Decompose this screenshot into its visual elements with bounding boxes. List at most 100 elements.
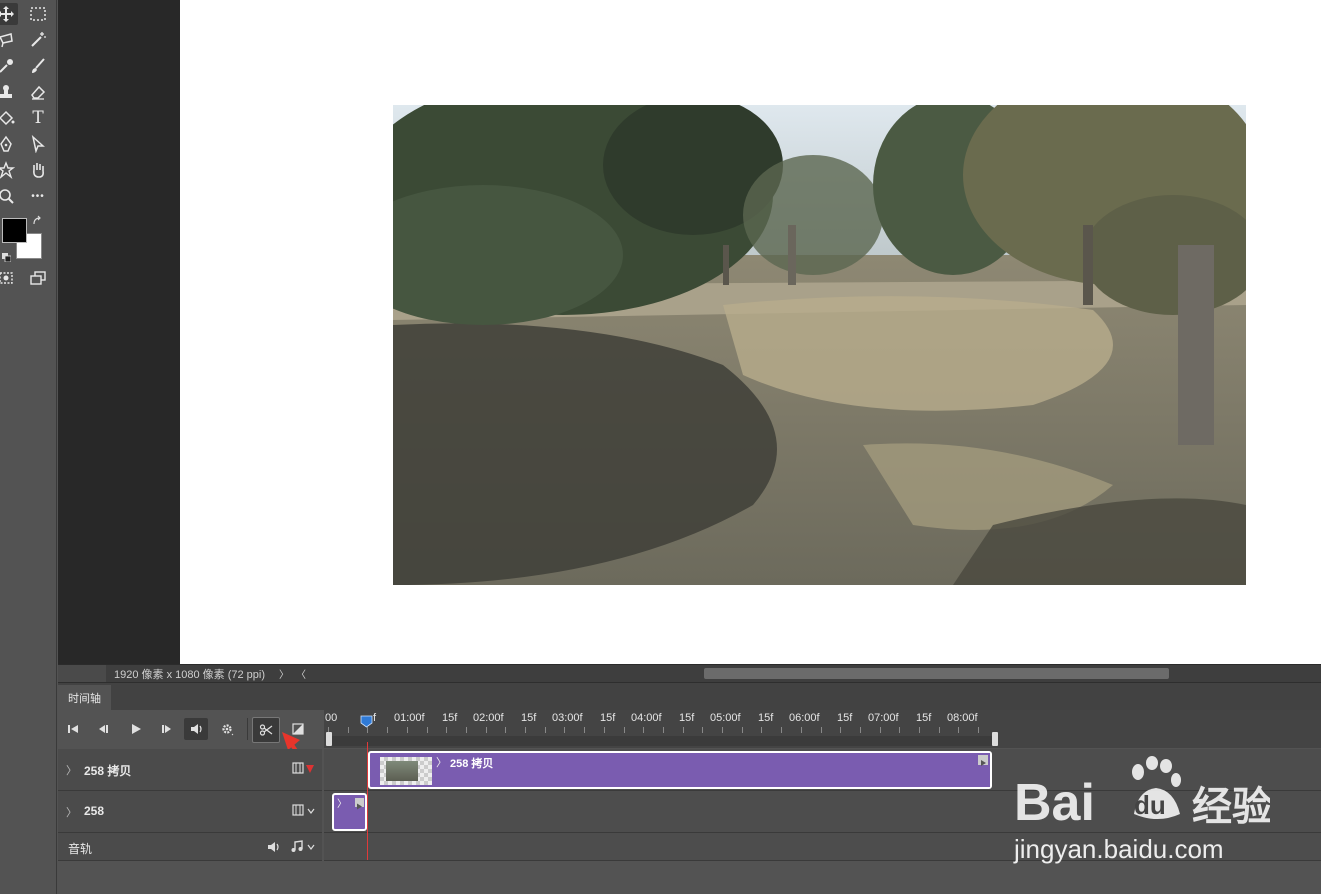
ruler-tick	[879, 727, 881, 733]
clip-expand-chevron-icon[interactable]: 〉	[337, 795, 347, 810]
marquee-icon[interactable]	[26, 3, 50, 25]
document-info[interactable]: 1920 像素 x 1080 像素 (72 ppi)	[114, 666, 265, 682]
baidu-jingyan-watermark: Bai 经验 du jingyan.baidu.com	[1010, 752, 1272, 872]
custom-shape-icon[interactable]	[0, 159, 18, 181]
track-header-258[interactable]: 〉 258	[58, 791, 322, 833]
playhead-handle[interactable]	[360, 715, 373, 728]
controls-divider	[247, 718, 248, 740]
work-area-bar[interactable]	[328, 736, 995, 746]
svg-text:Bai: Bai	[1014, 774, 1095, 832]
film-strip-icon[interactable]	[292, 804, 304, 816]
track-header-audio[interactable]: 音轨	[58, 833, 322, 861]
go-to-first-frame-icon[interactable]	[61, 718, 85, 740]
work-area-start-handle[interactable]	[326, 732, 332, 746]
mute-audio-icon[interactable]	[184, 718, 208, 740]
ruler-label: f	[373, 712, 377, 724]
ruler-label: 08:00f	[947, 712, 978, 724]
ruler-tick	[662, 727, 664, 733]
expand-track-chevron-icon[interactable]: 〉	[66, 762, 77, 778]
scroll-left-arrow[interactable]: 〈	[296, 666, 306, 681]
default-colors-icon[interactable]	[2, 249, 12, 263]
clip-name: 258 拷贝	[450, 758, 494, 770]
audio-mute-icon[interactable]	[266, 840, 280, 854]
ruler-tick	[426, 727, 428, 733]
ruler-tick	[840, 727, 842, 733]
ruler-label: 01:00f	[394, 712, 425, 724]
clip-258-copy[interactable]: 〉 258 拷贝	[368, 751, 992, 789]
music-note-icon[interactable]	[290, 839, 304, 853]
ruler-tick	[919, 727, 920, 733]
ruler-label: 05:00f	[710, 712, 741, 724]
clip-258[interactable]: 〉	[332, 793, 367, 831]
settings-gear-icon[interactable]	[215, 718, 239, 740]
ruler-label: 15f	[916, 712, 932, 724]
more-tools-icon[interactable]: •••	[26, 185, 50, 207]
play-icon[interactable]	[124, 718, 148, 740]
ruler-label: 04:00f	[631, 712, 662, 724]
move-icon[interactable]	[0, 3, 18, 25]
ruler-tick	[525, 727, 526, 733]
ruler-tick	[465, 727, 467, 733]
path-select-icon[interactable]	[26, 133, 50, 155]
clip-options-icon[interactable]	[978, 755, 988, 766]
ruler-label: 15f	[758, 712, 774, 724]
eyedropper-icon[interactable]	[0, 55, 18, 77]
timeline-panel-tabbar: 时间轴	[58, 682, 1321, 711]
status-expand-arrow[interactable]: 〉	[279, 666, 289, 681]
ruler-tick	[958, 727, 960, 733]
ruler-tick	[485, 727, 487, 733]
ruler-tick	[820, 727, 822, 733]
ruler-tick	[682, 727, 684, 733]
work-area-end-handle[interactable]	[992, 732, 998, 746]
quick-mask-icon[interactable]	[0, 267, 18, 289]
watermark-url: jingyan.baidu.com	[1014, 834, 1224, 864]
ruler-label: 02:00f	[473, 712, 504, 724]
svg-text:经验: 经验	[1192, 784, 1270, 830]
screen-mode-icon[interactable]	[26, 267, 50, 289]
foreground-color-swatch[interactable]	[2, 218, 27, 243]
ruler-tick	[603, 727, 605, 733]
ruler-tick	[406, 727, 408, 733]
magic-wand-icon[interactable]	[26, 29, 50, 51]
audio-track-name: 音轨	[68, 842, 93, 856]
ruler-label: 15f	[600, 712, 616, 724]
previous-frame-icon[interactable]	[91, 718, 115, 740]
ruler-label: 15f	[679, 712, 695, 724]
pen-icon[interactable]	[0, 133, 18, 155]
ruler-tick	[347, 727, 349, 733]
ruler-tick	[761, 727, 763, 733]
audio-menu-chevron-icon[interactable]	[306, 841, 316, 851]
ruler-tick	[800, 727, 802, 733]
clip-options-icon[interactable]	[355, 798, 364, 810]
eraser-icon[interactable]	[26, 81, 50, 103]
tab-timeline[interactable]: 时间轴	[58, 685, 111, 711]
next-frame-icon[interactable]	[155, 718, 179, 740]
ruler-tick	[643, 727, 645, 733]
zoom-level-field[interactable]	[58, 665, 106, 682]
stamp-icon[interactable]	[0, 81, 18, 103]
pasteboard	[58, 0, 180, 664]
clip-expand-chevron-icon[interactable]: 〉	[436, 754, 447, 770]
ruler-tick	[781, 727, 783, 733]
track-header-258-copy[interactable]: 〉 258 拷贝	[58, 749, 322, 791]
ruler-tick	[544, 727, 546, 733]
film-strip-icon[interactable]	[292, 762, 304, 774]
track-menu-chevron-icon[interactable]	[306, 765, 314, 773]
expand-track-chevron-icon[interactable]: 〉	[66, 804, 77, 820]
brush-icon[interactable]	[26, 55, 50, 77]
horizontal-scrollbar-thumb[interactable]	[704, 668, 1169, 679]
ruler-tick	[741, 727, 743, 733]
ruler-tick	[859, 727, 861, 733]
track-menu-chevron-icon[interactable]	[306, 805, 316, 815]
ruler-label: 15f	[442, 712, 458, 724]
hand-icon[interactable]	[26, 159, 50, 181]
ruler-label: 06:00f	[789, 712, 820, 724]
lasso-icon[interactable]	[0, 29, 18, 51]
zoom-icon[interactable]	[0, 185, 18, 207]
timeline-ruler[interactable]: 00 f 01:00f 15f 02:00f 15f 03:00f 15f 04…	[324, 710, 1321, 748]
ruler-tick	[623, 727, 625, 733]
swap-colors-icon[interactable]	[32, 214, 44, 226]
clip-thumbnail	[380, 757, 432, 785]
type-icon[interactable]: T	[26, 107, 50, 129]
paint-bucket-icon[interactable]	[0, 107, 18, 129]
